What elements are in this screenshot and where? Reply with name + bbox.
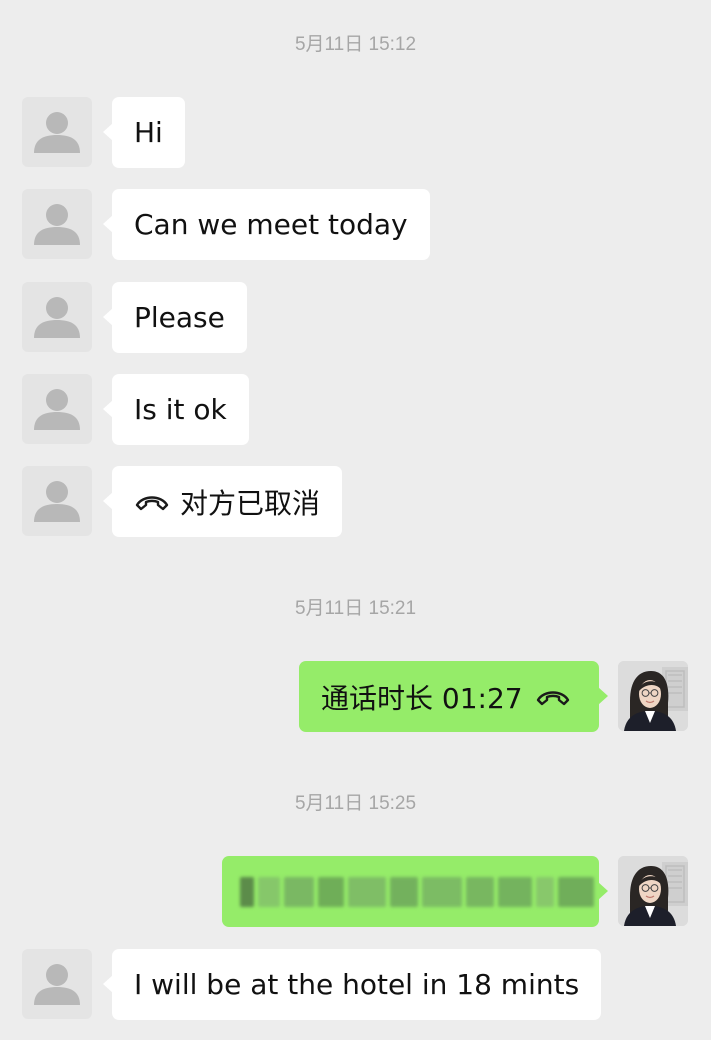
user-photo [618,661,688,731]
my-avatar[interactable] [618,661,688,731]
message-text: Can we meet today [134,208,408,241]
message-text: Is it ok [134,393,227,426]
message-bubble-incoming[interactable]: Is it ok [103,374,249,445]
message-text: Please [134,301,225,334]
default-user-icon [22,97,92,167]
contact-avatar[interactable] [22,282,92,352]
phone-hangup-icon [134,490,170,514]
timestamp: 5月11日 15:12 [294,34,417,55]
contact-avatar[interactable] [22,949,92,1019]
message-text: I will be at the hotel in 18 mints [134,968,580,1001]
timestamp: 5月11日 15:21 [294,598,417,619]
message-bubble-incoming[interactable]: Can we meet today [103,189,430,260]
message-text: 对方已取消 [180,486,321,520]
contact-avatar[interactable] [22,466,92,536]
call-cancelled-bubble[interactable]: 对方已取消 [102,466,343,537]
timestamp: 5月11日 15:25 [294,793,417,814]
contact-avatar[interactable] [22,189,92,259]
default-user-icon [22,189,92,259]
message-bubble-incoming[interactable]: Hi [103,97,185,168]
default-user-icon [22,949,92,1019]
default-user-icon [22,466,92,536]
redacted-message-bubble[interactable] [222,856,608,927]
message-bubble-incoming[interactable]: I will be at the hotel in 18 mints [102,949,602,1020]
phone-hangup-icon [535,685,571,709]
default-user-icon [22,282,92,352]
message-text: Hi [134,116,163,149]
contact-avatar[interactable] [22,374,92,444]
redacted-content [240,876,594,907]
message-bubble-incoming[interactable]: Please [103,282,247,353]
call-duration-bubble[interactable]: 通话时长 01:27 [299,661,608,732]
contact-avatar[interactable] [22,97,92,167]
user-photo [618,856,688,926]
default-user-icon [22,374,92,444]
message-text: 通话时长 01:27 [321,681,523,715]
my-avatar[interactable] [618,856,688,926]
